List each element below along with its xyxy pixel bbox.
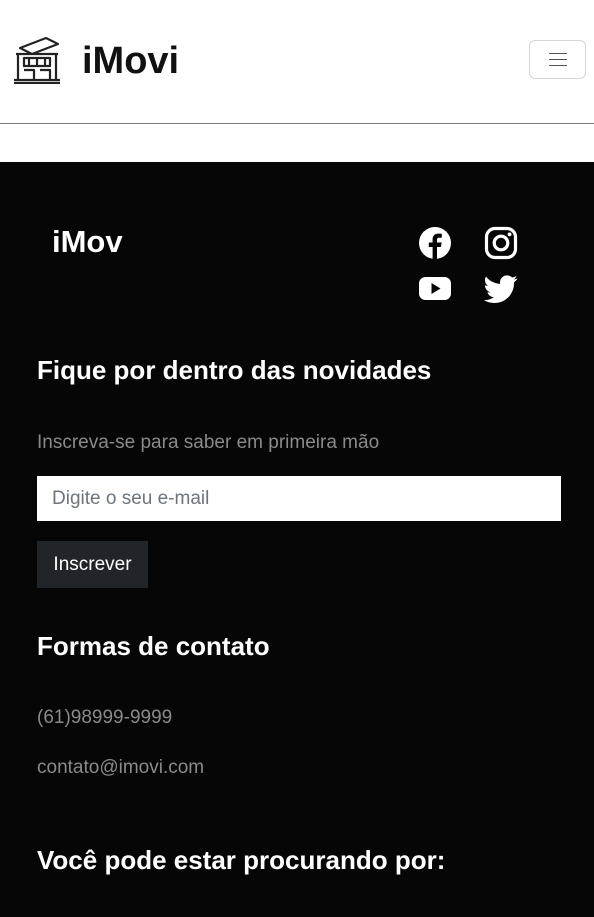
newsletter-title: Fique por dentro das novidades — [37, 355, 432, 385]
footer: iMov Fique por dentro das novidades Insc… — [0, 162, 594, 917]
instagram-icon[interactable] — [484, 226, 518, 260]
brand-name: iMovi — [82, 40, 180, 82]
search-suggestions-title: Você pode estar procurando por: — [37, 845, 446, 875]
youtube-icon[interactable] — [418, 272, 452, 306]
contact-phone: (61)98999-9999 — [37, 707, 173, 728]
navbar: iMovi — [0, 0, 594, 124]
twitter-icon[interactable] — [484, 272, 518, 306]
hamburger-menu-icon — [548, 52, 567, 67]
newsletter-subtitle: Inscreva-se para saber em primeira mão — [37, 432, 380, 453]
building-icon — [12, 36, 62, 85]
brand-link[interactable]: iMovi — [12, 36, 179, 85]
contact-email: contato@imovi.com — [37, 757, 205, 778]
contact-title: Formas de contato — [37, 631, 270, 661]
facebook-icon[interactable] — [418, 226, 452, 260]
email-input[interactable] — [37, 476, 561, 521]
menu-toggle-button[interactable] — [529, 40, 586, 79]
subscribe-button[interactable]: Inscrever — [37, 541, 148, 588]
footer-brand: iMov — [52, 224, 123, 259]
